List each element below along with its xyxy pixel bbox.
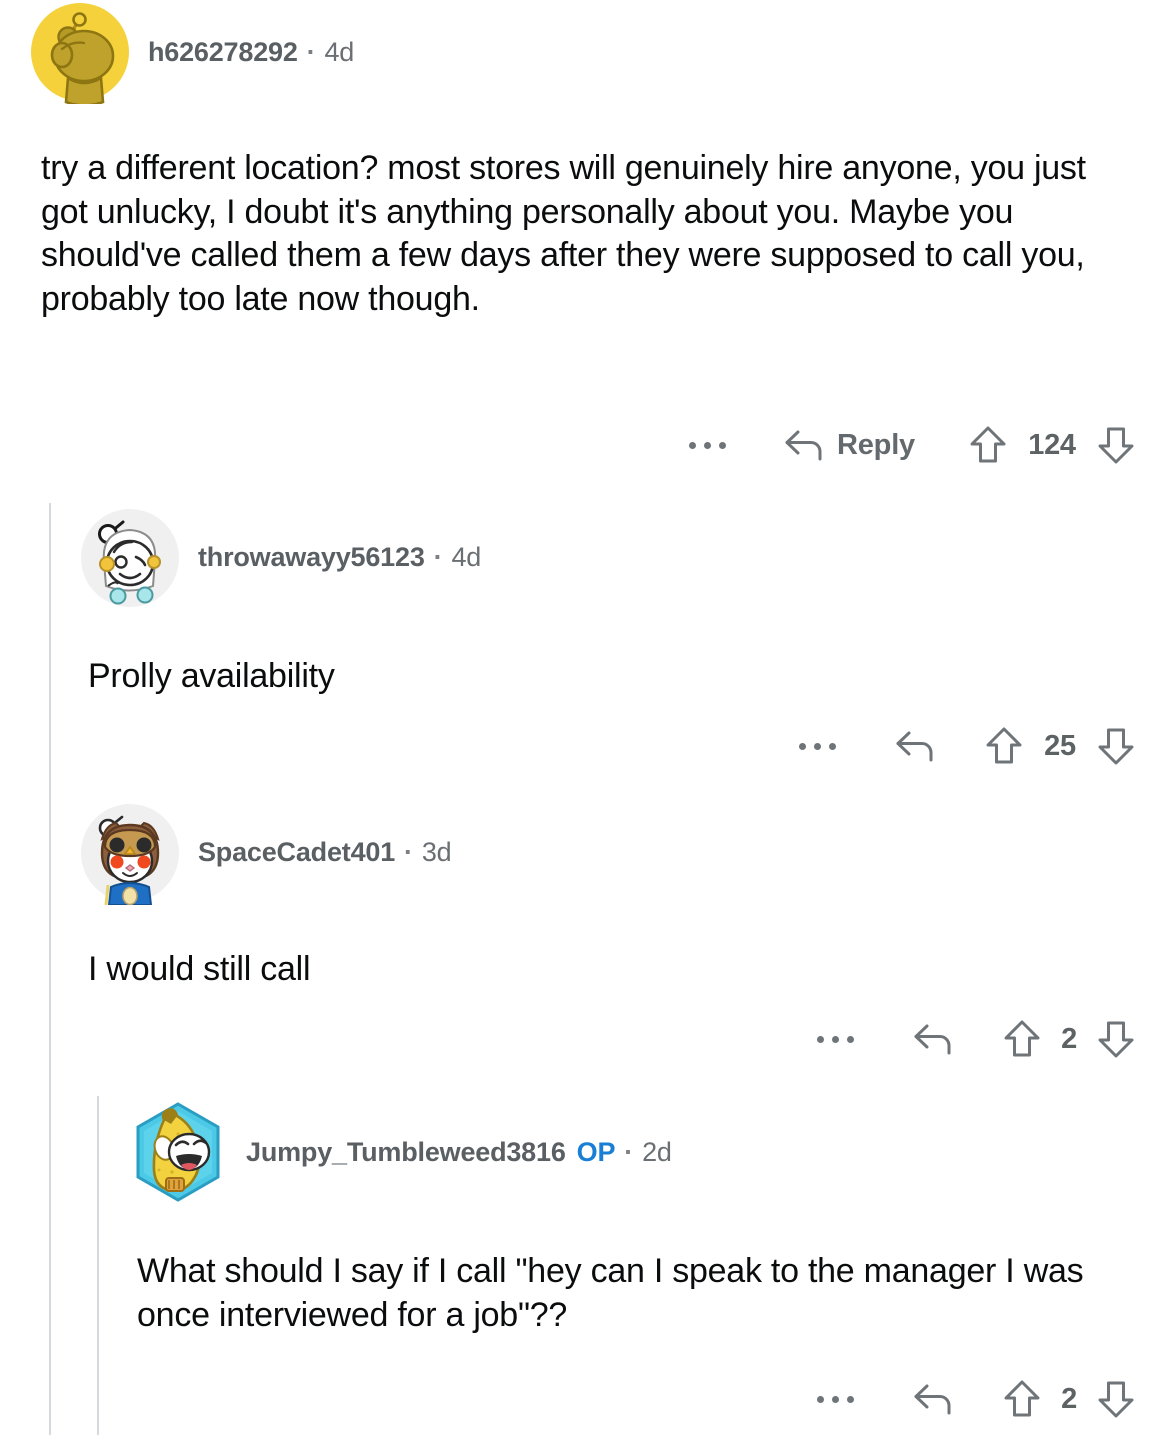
comment-throwawayy56123: throwawayy56123 · 4d Prolly availability xyxy=(0,505,1170,765)
comment-timestamp: 2d xyxy=(642,1136,672,1167)
comment-meta: Jumpy_Tumbleweed3816 OP · 2d xyxy=(246,1137,672,1168)
reply-button[interactable] xyxy=(894,729,936,763)
comment-meta: SpaceCadet401 · 3d xyxy=(198,837,452,868)
avatar-snoo-yellow[interactable] xyxy=(28,0,132,104)
comment-header: Jumpy_Tumbleweed3816 OP · 2d xyxy=(0,1098,1170,1206)
reply-arrow-icon xyxy=(912,1022,954,1056)
more-options-button[interactable] xyxy=(817,1395,854,1403)
comment-author[interactable]: h626278292 xyxy=(148,37,298,68)
comment-meta: throwawayy56123 · 4d xyxy=(198,542,481,573)
meta-separator: · xyxy=(433,542,443,572)
downvote-icon[interactable] xyxy=(1096,725,1136,767)
avatar-snoo-owl-hood[interactable] xyxy=(78,801,182,905)
more-options-button[interactable] xyxy=(817,1035,854,1043)
comment-body: What should I say if I call "hey can I s… xyxy=(137,1252,1084,1334)
reply-arrow-icon xyxy=(912,1382,954,1416)
comment-header: throwawayy56123 · 4d xyxy=(0,505,1170,610)
avatar-snoo-white-longhair[interactable] xyxy=(78,506,182,610)
ellipsis-dot xyxy=(799,742,806,750)
comment-spacecadet401: SpaceCadet401 · 3d I would still call 2 xyxy=(0,800,1170,1058)
reply-label: Reply xyxy=(837,428,915,461)
comment-actions: 25 xyxy=(0,725,1170,767)
comment-timestamp: 4d xyxy=(451,542,482,572)
op-badge: OP xyxy=(576,1136,616,1167)
comment-actions: 2 xyxy=(0,1018,1170,1060)
comment-author[interactable]: throwawayy56123 xyxy=(198,542,425,573)
comment-actions: 2 xyxy=(0,1378,1170,1420)
vote-count: 2 xyxy=(1061,1022,1077,1055)
avatar-banana-hexagon[interactable] xyxy=(126,1100,230,1204)
ellipsis-dot xyxy=(704,441,712,449)
comment-timestamp: 4d xyxy=(324,36,355,67)
vote-group: 2 xyxy=(1002,1378,1136,1420)
vote-count: 25 xyxy=(1044,729,1076,762)
ellipsis-dot xyxy=(817,1395,824,1403)
comment-body: Prolly availability xyxy=(88,657,335,695)
thread-line-depth-1[interactable] xyxy=(49,503,51,1435)
ellipsis-dot xyxy=(814,742,821,750)
comment-timestamp: 3d xyxy=(421,837,452,867)
upvote-icon[interactable] xyxy=(968,424,1008,466)
ellipsis-dot xyxy=(847,1035,854,1043)
ellipsis-dot xyxy=(829,742,836,750)
comment-body: I would still call xyxy=(88,950,311,988)
ellipsis-dot xyxy=(847,1395,854,1403)
meta-separator: · xyxy=(624,1136,634,1167)
vote-group: 2 xyxy=(1002,1018,1136,1060)
ellipsis-dot xyxy=(689,441,697,449)
reply-button[interactable] xyxy=(912,1382,954,1416)
downvote-icon[interactable] xyxy=(1096,1378,1136,1420)
comment-body: try a different location? most stores wi… xyxy=(41,149,1086,319)
vote-count: 2 xyxy=(1061,1382,1077,1415)
meta-separator: · xyxy=(404,837,413,867)
ellipsis-dot xyxy=(832,1035,839,1043)
comment-header: h626278292 · 4d xyxy=(0,0,1170,104)
downvote-icon[interactable] xyxy=(1096,424,1136,466)
reply-button[interactable] xyxy=(912,1022,954,1056)
upvote-icon[interactable] xyxy=(1002,1018,1042,1060)
comment-actions: Reply 124 xyxy=(0,424,1170,466)
upvote-icon[interactable] xyxy=(1002,1378,1042,1420)
comment-author[interactable]: SpaceCadet401 xyxy=(198,837,395,868)
reply-arrow-icon xyxy=(783,428,825,462)
meta-separator: · xyxy=(306,36,316,67)
comment-meta: h626278292 · 4d xyxy=(148,37,354,68)
reply-button[interactable]: Reply xyxy=(783,428,915,462)
vote-count: 124 xyxy=(1028,428,1076,461)
reply-arrow-icon xyxy=(894,729,936,763)
downvote-icon[interactable] xyxy=(1096,1018,1136,1060)
comment-header: SpaceCadet401 · 3d xyxy=(0,800,1170,905)
more-options-button[interactable] xyxy=(689,441,727,449)
comment-h626278292: h626278292 · 4d try a different location… xyxy=(0,0,1170,464)
ellipsis-dot xyxy=(719,441,727,449)
vote-group: 124 xyxy=(968,424,1136,466)
ellipsis-dot xyxy=(832,1395,839,1403)
upvote-icon[interactable] xyxy=(984,725,1024,767)
ellipsis-dot xyxy=(817,1035,824,1043)
more-options-button[interactable] xyxy=(799,742,836,750)
comment-jumpy-tumbleweed3816: Jumpy_Tumbleweed3816 OP · 2d What should… xyxy=(0,1098,1170,1418)
comment-author[interactable]: Jumpy_Tumbleweed3816 xyxy=(246,1137,566,1168)
vote-group: 25 xyxy=(984,725,1136,767)
